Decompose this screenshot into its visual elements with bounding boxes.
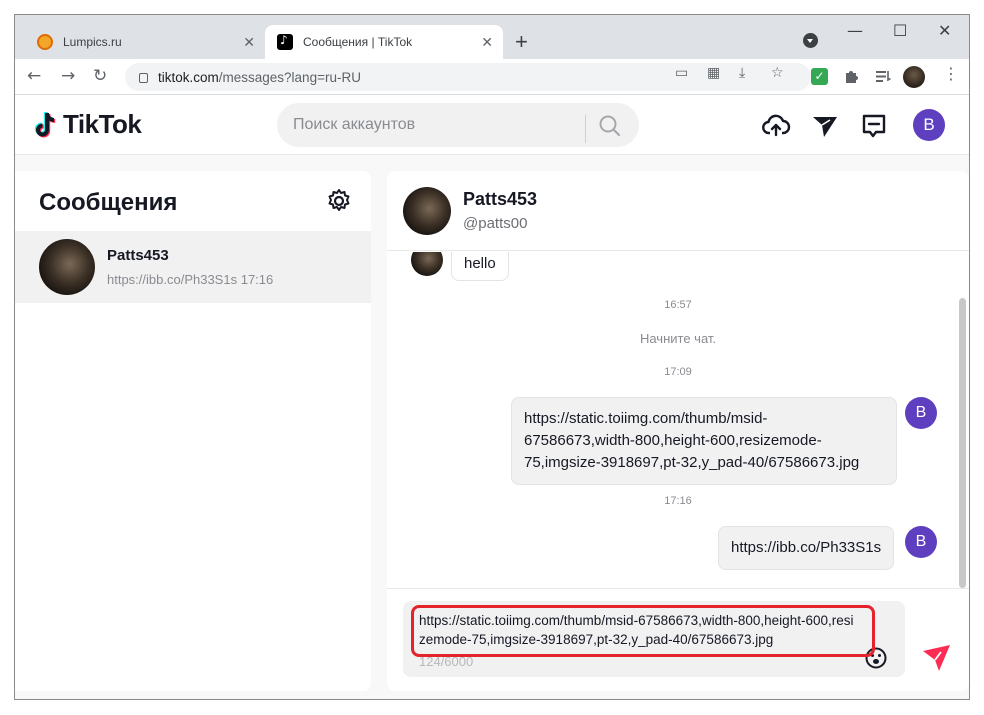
- browser-window: Lumpics.ru ✕ Сообщения | TikTok ✕ + — ☐ …: [14, 14, 970, 700]
- chat-panel: Patts453 @patts00 hello 16:57 Начните ча…: [387, 171, 969, 691]
- message-list: hello 16:57 Начните чат. 17:09 https://s…: [387, 252, 969, 588]
- browser-menu-icon[interactable]: ⋮: [943, 64, 959, 83]
- tiktok-header: TikTok B: [15, 95, 969, 155]
- composer-divider: [387, 588, 969, 589]
- timestamp: 17:09: [664, 366, 692, 378]
- messages-icon[interactable]: [859, 111, 889, 141]
- tab-title: Lumpics.ru: [63, 35, 122, 49]
- url-path: /messages?lang=ru-RU: [218, 69, 361, 85]
- back-icon[interactable]: ←: [27, 66, 41, 86]
- tiktok-wordmark: TikTok: [63, 109, 142, 139]
- send-message-icon[interactable]: [921, 643, 951, 673]
- message-line: https://static.toiimg.com/thumb/msid-: [524, 410, 768, 427]
- tiktok-favicon-icon: [277, 33, 293, 50]
- url-host: tiktok.com: [158, 69, 219, 85]
- preview-time: 17:16: [240, 272, 274, 287]
- send-inbox-icon[interactable]: [810, 111, 840, 141]
- install-app-icon[interactable]: ⤓: [739, 65, 745, 81]
- tab-search-icon[interactable]: [803, 33, 818, 48]
- lock-icon[interactable]: [139, 73, 148, 83]
- chat-header: Patts453 @patts00: [387, 171, 969, 251]
- chat-scrollbar[interactable]: [959, 298, 966, 588]
- tab-close-icon[interactable]: ✕: [243, 34, 255, 51]
- browser-profile-avatar[interactable]: [903, 66, 925, 88]
- my-avatar: B: [905, 397, 937, 429]
- qr-code-icon[interactable]: ▦: [707, 65, 720, 81]
- lumpics-favicon-icon: [37, 34, 53, 50]
- tiktok-logo-icon: [35, 111, 56, 137]
- incoming-avatar: [411, 252, 443, 276]
- search-icon[interactable]: [597, 113, 623, 139]
- tab-tiktok-messages[interactable]: Сообщения | TikTok ✕: [265, 25, 503, 59]
- my-avatar: B: [905, 526, 937, 558]
- new-tab-button[interactable]: +: [515, 29, 528, 55]
- incoming-message: hello: [451, 252, 509, 281]
- tab-lumpics[interactable]: Lumpics.ru ✕: [25, 25, 265, 59]
- tiktok-logo[interactable]: TikTok: [35, 109, 142, 140]
- tab-close-icon[interactable]: ✕: [481, 34, 493, 51]
- conversations-panel: Сообщения Patts453 https://ibb.co/Ph33S1…: [15, 171, 371, 691]
- timestamp: 17:16: [664, 495, 692, 507]
- tab-strip: Lumpics.ru ✕ Сообщения | TikTok ✕ + — ☐ …: [15, 15, 969, 59]
- profile-avatar[interactable]: B: [913, 109, 945, 141]
- contact-name: Patts453: [107, 247, 169, 264]
- cast-icon[interactable]: ▭: [675, 65, 688, 81]
- maximize-button[interactable]: ☐: [893, 21, 907, 40]
- system-message: Начните чат.: [639, 331, 717, 346]
- preview-text: https://ibb.co/Ph33S1s: [107, 272, 238, 287]
- account-search-input[interactable]: [293, 116, 573, 134]
- tiktok-page: TikTok B: [15, 95, 969, 699]
- chat-contact-handle: @patts00: [463, 215, 528, 232]
- upload-icon[interactable]: [761, 111, 791, 141]
- message-line: 67586673,width-800,height-600,resizemode…: [524, 432, 822, 449]
- account-search-box: [277, 103, 639, 147]
- extensions-puzzle-icon[interactable]: [843, 68, 860, 85]
- close-window-button[interactable]: ✕: [938, 21, 951, 40]
- tab-title: Сообщения | TikTok: [303, 35, 413, 49]
- chat-contact-avatar[interactable]: [403, 187, 451, 235]
- last-message-preview: https://ibb.co/Ph33S1s 17:16: [107, 272, 273, 287]
- search-divider: [585, 115, 586, 143]
- conversation-item[interactable]: Patts453 https://ibb.co/Ph33S1s 17:16: [15, 231, 371, 303]
- reload-icon[interactable]: ↻: [93, 66, 107, 86]
- reading-list-icon[interactable]: [875, 68, 892, 85]
- annotation-highlight: [411, 605, 875, 657]
- forward-icon[interactable]: →: [61, 66, 75, 86]
- extension-check-icon[interactable]: ✓: [811, 68, 828, 85]
- bookmark-star-icon[interactable]: ☆: [771, 65, 784, 81]
- timestamp: 16:57: [664, 299, 692, 311]
- messages-title: Сообщения: [39, 189, 178, 216]
- contact-avatar: [39, 239, 95, 295]
- message-line: 75,imgsize-3918697,pt-32,y_pad-40/675866…: [524, 454, 860, 471]
- outgoing-message: https://ibb.co/Ph33S1s: [718, 526, 895, 570]
- settings-gear-icon[interactable]: [325, 187, 353, 215]
- outgoing-message: https://static.toiimg.com/thumb/msid- 67…: [511, 397, 897, 485]
- browser-toolbar: ← → ↻ tiktok.com/messages?lang=ru-RU ▭ ▦…: [15, 59, 969, 95]
- minimize-button[interactable]: —: [847, 21, 863, 40]
- chat-contact-name[interactable]: Patts453: [463, 189, 537, 210]
